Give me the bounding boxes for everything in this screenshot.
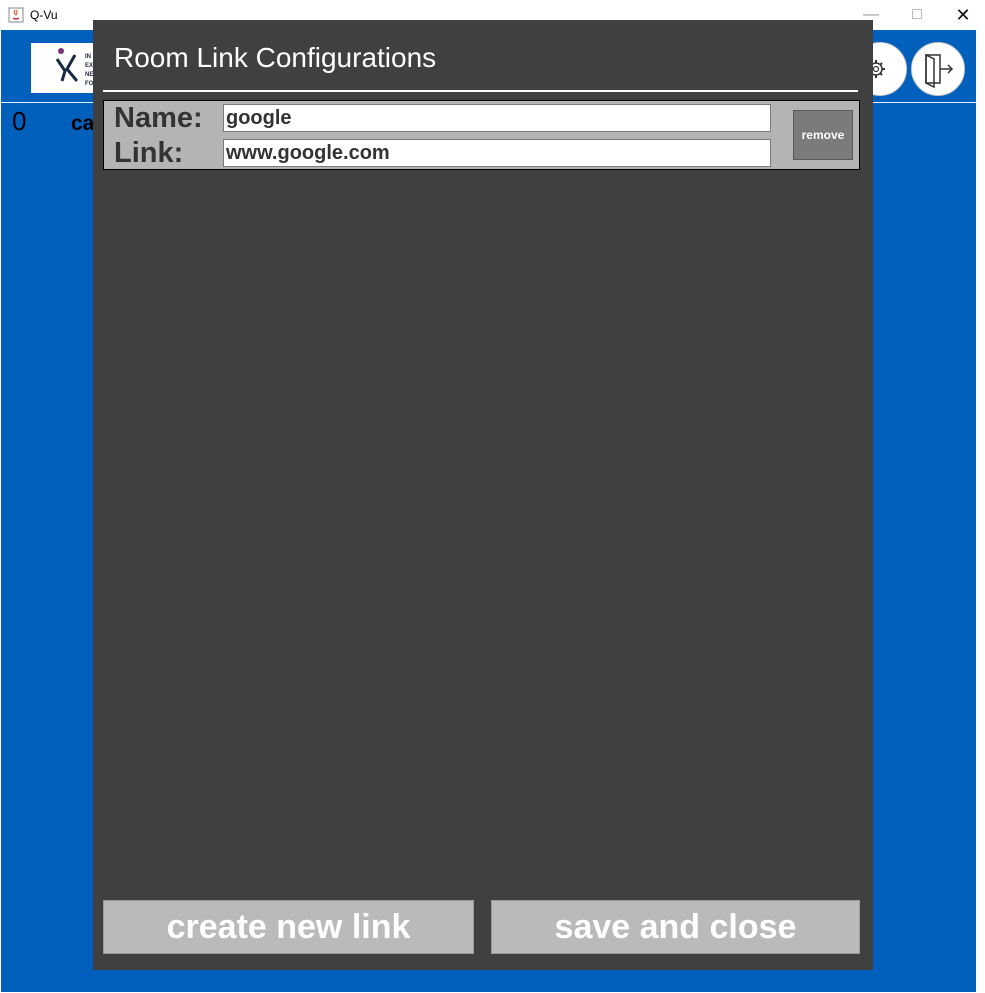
name-field[interactable]: google	[223, 104, 771, 132]
partial-label: ca	[71, 112, 95, 135]
logo-icon	[55, 48, 79, 82]
remove-button[interactable]: remove	[793, 110, 853, 160]
dialog-title: Room Link Configurations	[114, 42, 437, 73]
title-divider	[103, 90, 858, 92]
window-title: Q-Vu	[30, 8, 58, 22]
count-value: 0	[12, 106, 27, 136]
name-label: Name:	[114, 102, 203, 134]
exit-door-icon	[925, 53, 954, 89]
maximize-button[interactable]: □	[894, 0, 940, 30]
link-label: Link:	[114, 137, 184, 169]
close-button[interactable]: ✕	[940, 0, 985, 30]
link-entry: Name: Link: google www.google.com remove	[103, 100, 860, 170]
save-and-close-button[interactable]: save and close	[491, 900, 860, 954]
java-app-icon	[8, 7, 24, 23]
link-field[interactable]: www.google.com	[223, 139, 771, 167]
create-new-link-button[interactable]: create new link	[103, 900, 474, 954]
room-link-dialog: Room Link Configurations Name: Link: goo…	[93, 20, 873, 970]
exit-button[interactable]	[911, 42, 965, 96]
logo: IN EX NE FO	[31, 43, 101, 93]
